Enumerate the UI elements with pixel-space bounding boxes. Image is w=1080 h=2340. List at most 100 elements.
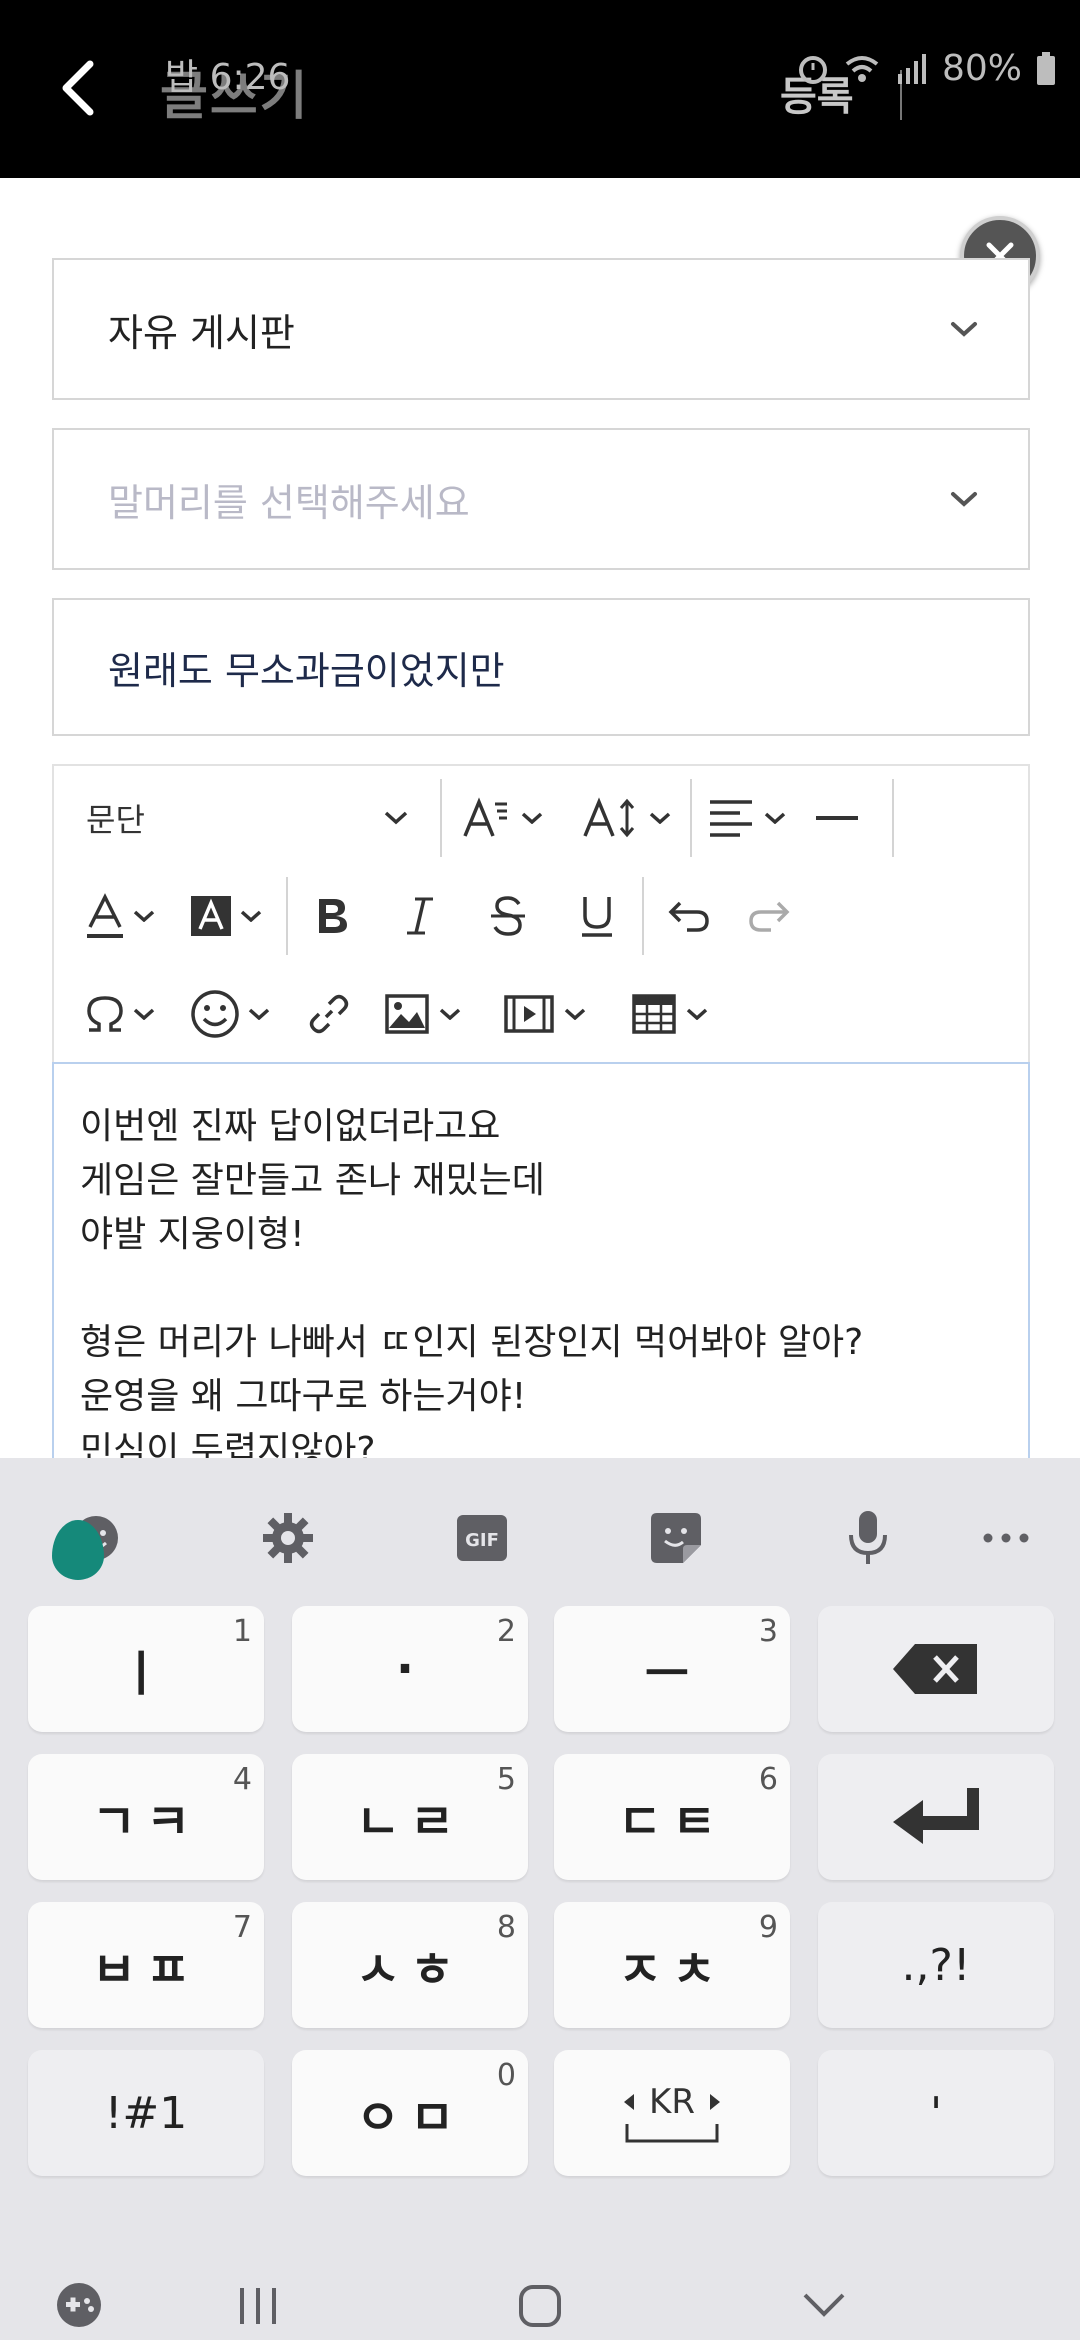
paragraph-select[interactable]: 문단 [54,770,440,866]
redo-icon [749,901,790,932]
symbols-key[interactable]: !#1 [28,2050,264,2176]
recent-apps-icon[interactable] [236,2284,282,2328]
gear-icon [263,1513,313,1563]
chevron-down-icon [649,812,671,824]
video-icon [504,995,554,1033]
backspace-key[interactable] [818,1606,1054,1732]
battery-percent: 80% [941,48,1022,89]
key-6[interactable]: 6 ㄷㅌ [554,1754,790,1880]
omega-icon [87,996,123,1032]
key-5[interactable]: 5 ㄴㄹ [292,1754,528,1880]
chevron-down-icon [521,812,543,824]
chevron-down-icon [439,1008,461,1020]
font-style-button[interactable] [442,770,562,866]
key-4[interactable]: 4 ㄱㅋ [28,1754,264,1880]
link-icon [309,994,349,1034]
horizontal-rule-icon [816,816,858,820]
link-button[interactable] [294,966,364,1062]
undo-button[interactable] [644,868,734,964]
key-8[interactable]: 8 ㅅㅎ [292,1902,528,2028]
prefix-select[interactable]: 말머리를 선택해주세요 [52,428,1030,570]
chevron-down-icon [384,811,408,825]
strikethrough-icon [491,896,525,936]
horizontal-rule-button[interactable] [802,770,872,866]
italic-button[interactable] [376,868,464,964]
toolbar-divider [892,779,894,857]
prefix-select-placeholder: 말머리를 선택해주세요 [108,480,470,525]
editor-line: 게임은 잘만들고 존나 재밌는데 [80,1160,545,1201]
chevron-down-icon [564,1008,586,1020]
key-1[interactable]: 1ㅣ [28,1606,264,1732]
wifi-icon [845,55,879,82]
special-char-button[interactable] [74,966,166,1062]
smiley-icon [191,990,239,1038]
signal-icon [897,53,926,84]
editor-line: 운영을 왜 그따구로 하는거야! [80,1376,527,1417]
align-button[interactable] [692,770,802,866]
bold-button[interactable] [288,868,376,964]
status-time: 밥 6:26 [165,57,291,98]
underline-button[interactable] [552,868,642,964]
keyboard-sticker-button[interactable] [646,1508,706,1568]
editor-line: 야발 지웅이형! [80,1214,305,1255]
microphone-icon [849,1511,887,1564]
board-select[interactable]: 자유 게시판 [52,258,1030,400]
sticker-icon [651,1513,701,1563]
font-size-button[interactable] [562,770,690,866]
redo-button[interactable] [734,868,804,964]
content-editor[interactable]: 이번엔 진짜 답이없더라고요 게임은 잘만들고 존나 재밌는데 야발 지웅이형!… [52,1062,1030,1462]
back-arrow-icon[interactable] [58,58,98,118]
emoji-button[interactable] [166,966,294,1062]
app-header: 글쓰기 밥 6:26 등록 80% [0,0,1080,178]
game-launcher-icon[interactable] [54,2280,104,2330]
gif-icon: GIF [457,1515,507,1561]
chevron-down-icon [240,910,262,922]
space-language-key[interactable]: KR [554,2050,790,2176]
keyboard-more-button[interactable] [976,1508,1036,1568]
video-button[interactable] [482,966,608,1062]
paragraph-label: 문단 [86,801,145,839]
key-9[interactable]: 9 ㅈㅊ [554,1902,790,2028]
title-input[interactable]: 원래도 무소과금이었지만 [52,598,1030,736]
chevron-down-icon [133,1008,155,1020]
text-color-button[interactable] [74,868,166,964]
status-icons: 80% [796,48,1056,89]
align-left-icon [710,800,752,837]
editor-line: 민심이 두렵지않아? [80,1430,376,1462]
chevron-down-icon [248,1008,270,1020]
enter-key[interactable] [818,1754,1054,1880]
more-icon [983,1533,1029,1543]
strikethrough-button[interactable] [464,868,552,964]
arrow-left-icon [624,2094,635,2110]
keyboard-voice-button[interactable] [838,1508,898,1568]
background-color-button[interactable] [166,868,286,964]
chevron-down-icon [764,812,786,824]
key-0[interactable]: 0 ㅇㅁ [292,2050,528,2176]
home-icon[interactable] [518,2284,562,2328]
chevron-down-icon [686,1008,708,1020]
battery-icon [1037,51,1055,85]
editor-toolbar: 문단 [52,764,1030,1064]
underline-icon [582,897,612,937]
alarm-icon [798,55,827,84]
space-icon [625,2124,719,2143]
image-icon [385,994,429,1034]
chevron-down-icon [951,492,977,507]
apostrophe-key[interactable]: ' [818,2050,1054,2176]
table-button[interactable] [608,966,732,1062]
hide-keyboard-icon[interactable] [802,2292,846,2318]
table-icon [632,994,676,1034]
punctuation-key[interactable]: .,?! [818,1902,1054,2028]
key-2[interactable]: 2 · [292,1606,528,1732]
italic-icon [407,897,433,935]
editor-line: 이번엔 진짜 답이없더라고요 [80,1106,501,1147]
keyboard-settings-button[interactable] [258,1508,318,1568]
key-3[interactable]: 3ㅡ [554,1606,790,1732]
keyboard-gif-button[interactable]: GIF [452,1508,512,1568]
undo-icon [668,901,709,932]
chevron-down-icon [951,322,977,337]
key-7[interactable]: 7 ㅂㅍ [28,1902,264,2028]
image-button[interactable] [364,966,482,1062]
backspace-icon [893,1644,977,1694]
